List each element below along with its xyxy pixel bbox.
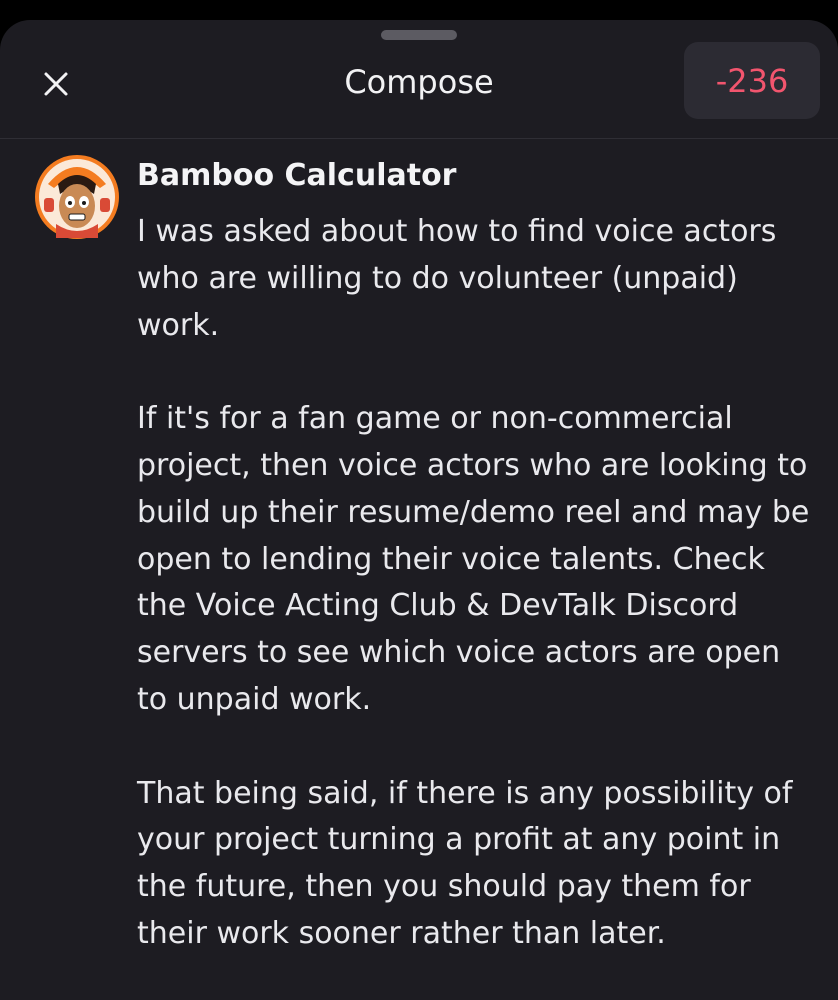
compose-text-area[interactable]: I was asked about how to find voice acto… <box>137 209 817 1000</box>
post-paragraph: I was asked about how to find voice acto… <box>137 214 777 343</box>
compose-header: Compose -236 <box>0 20 838 139</box>
author-name: Bamboo Calculator <box>137 158 457 193</box>
avatar-icon <box>35 155 119 239</box>
compose-sheet: Compose -236 Bamboo Calculator I was ask… <box>0 20 838 1000</box>
post-paragraph: If it's for a fan game or non-commercial… <box>137 401 810 717</box>
character-counter: -236 <box>684 42 820 119</box>
post-paragraph: That being said, if there is any possibi… <box>137 775 793 951</box>
avatar[interactable] <box>34 154 120 240</box>
